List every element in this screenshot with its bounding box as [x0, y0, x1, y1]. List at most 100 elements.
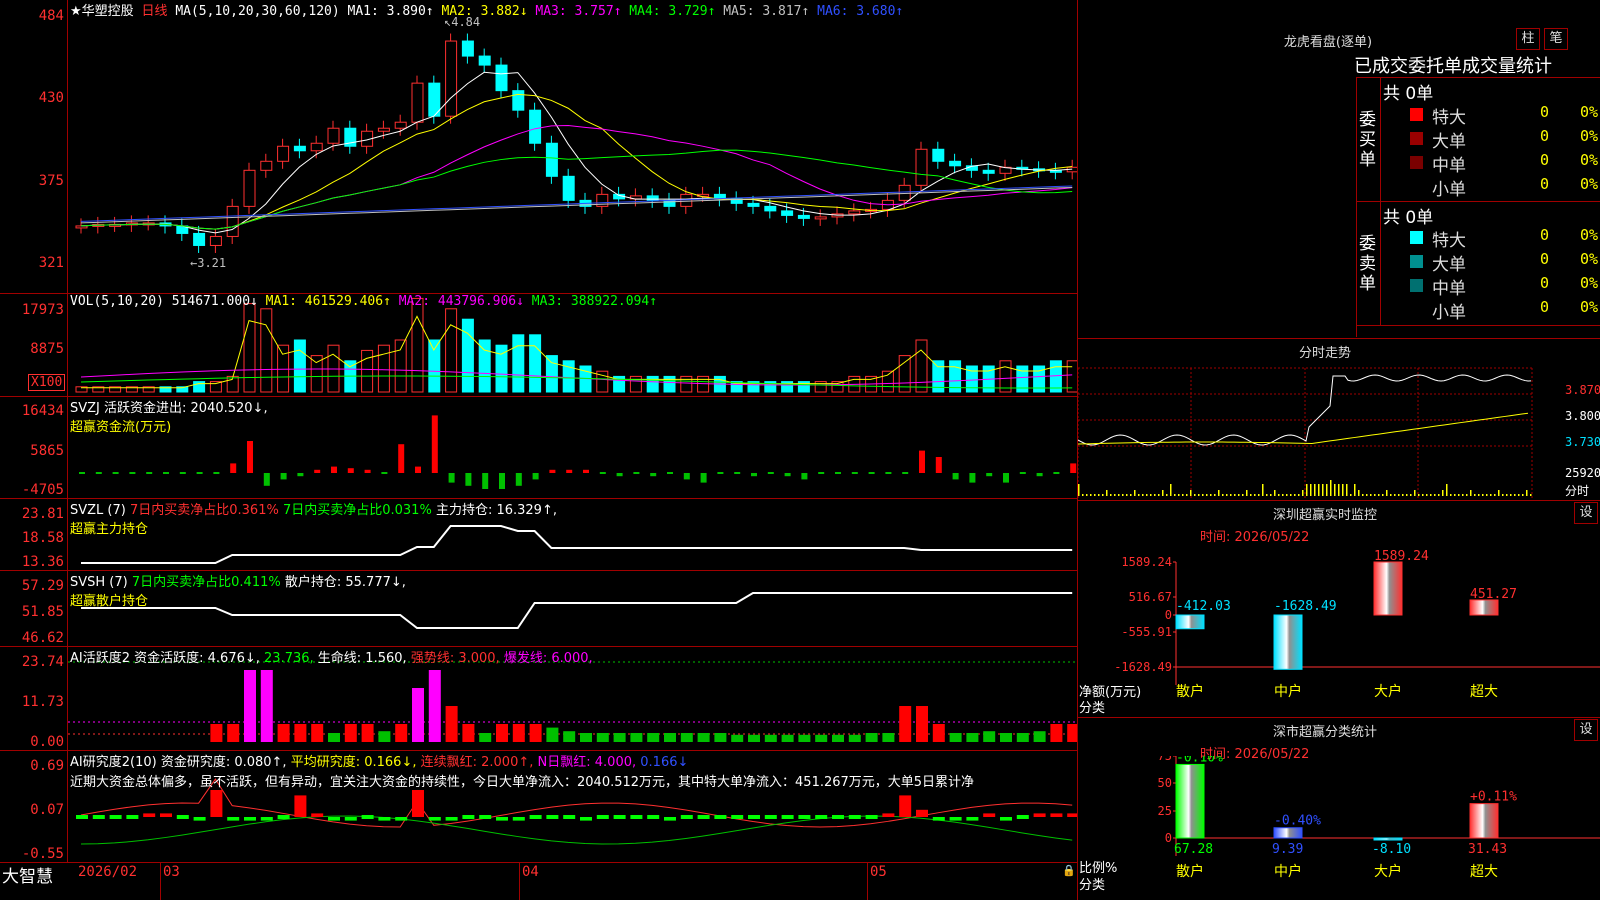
y-tick-label: -555.91 — [1121, 625, 1172, 639]
research-bar — [664, 817, 676, 821]
intraday-vol-bar — [1510, 494, 1512, 496]
flow-bar — [465, 473, 472, 486]
intraday-vol-bar — [1118, 494, 1120, 496]
flow-bar — [297, 473, 304, 477]
intraday-vol-bar — [1266, 494, 1268, 496]
tick-view-button[interactable]: 笔 — [1544, 28, 1568, 50]
intraday-vol-bar — [1374, 494, 1376, 496]
intraday-y-1: 3.870 — [1565, 383, 1600, 397]
flow-bar — [919, 450, 925, 473]
column-view-button[interactable]: 柱 — [1516, 28, 1540, 50]
flow-bar — [1019, 472, 1026, 474]
flow-bar — [213, 472, 220, 474]
flow-bar — [885, 472, 892, 474]
intraday-vol-label: 25920 — [1565, 466, 1600, 480]
research-bar — [512, 817, 525, 821]
active-bar — [294, 724, 307, 742]
buy-row-large: 大单 0 0% — [1408, 127, 1600, 152]
candle-body — [193, 232, 206, 246]
bar-3 — [1469, 803, 1499, 839]
buy-row-xl: 特大 0 0% — [1408, 103, 1600, 128]
buy-medium-swatch — [1410, 156, 1423, 169]
category-label: 大户 — [1374, 863, 1402, 880]
intraday-vol-bar — [1418, 494, 1420, 496]
candle-body — [411, 82, 424, 123]
intraday-vol-bar — [1210, 494, 1212, 496]
buy-orders-label: 委买单 — [1359, 110, 1376, 170]
flow-bar — [851, 472, 858, 474]
intraday-vol-bar — [1218, 490, 1220, 496]
candle-body — [445, 40, 458, 117]
svzj-y-1: 16434 — [21, 403, 64, 419]
active-bar — [680, 733, 693, 742]
active-bar — [798, 734, 811, 742]
intraday-vol-bar — [1426, 494, 1428, 496]
research-bar — [647, 815, 660, 819]
research-bar — [227, 817, 240, 821]
volume-bar — [629, 375, 642, 393]
intraday-vol-bar — [1454, 494, 1456, 496]
active-bar — [932, 724, 945, 742]
active-bar — [966, 733, 979, 742]
intraday-vol-bar — [1526, 490, 1528, 496]
volume-bar — [411, 297, 424, 393]
candle-body — [394, 121, 407, 129]
candle-body — [646, 195, 659, 201]
active-bar — [328, 733, 340, 742]
active-bar — [899, 706, 912, 742]
ai-active-y-1: 23.74 — [21, 654, 64, 670]
flow-bar — [247, 441, 253, 473]
intraday-vol-bar — [1282, 494, 1284, 496]
active-bar — [714, 733, 727, 742]
bar-1 — [1273, 827, 1303, 839]
research-bar — [613, 815, 626, 819]
active-bar — [428, 670, 441, 742]
sz-monitor-settings-button[interactable]: 设 — [1574, 502, 1598, 524]
research-bar — [1016, 815, 1029, 819]
flow-bar — [935, 457, 942, 473]
intraday-vol-bar — [1346, 484, 1348, 496]
ma-line — [80, 186, 1073, 224]
period-label[interactable]: 日线 — [141, 4, 167, 19]
intraday-vol-bar — [1430, 494, 1432, 496]
bar-value-label: +0.11% — [1470, 790, 1517, 805]
kline-chart-area[interactable]: ★华塑控股 日线 MA(5,10,20,30,60,120) MA1: 3.89… — [0, 0, 1078, 900]
intraday-vol-bar — [1358, 490, 1360, 496]
sell-row-medium: 中单 0 0% — [1408, 274, 1600, 299]
sell-orders-label: 委卖单 — [1359, 234, 1376, 294]
active-bar — [882, 733, 895, 742]
flow-bar — [163, 472, 169, 474]
flow-bar — [129, 472, 136, 474]
volume-bar — [445, 308, 458, 393]
intraday-vol-bar — [1130, 494, 1132, 496]
intraday-vol-bar — [1486, 494, 1488, 496]
active-bar — [361, 724, 374, 742]
flow-bar — [667, 472, 673, 474]
ai-active-header: AI活跃度2 资金活跃度: 4.676↓, 23.736, 生命线: 1.560… — [70, 651, 593, 666]
research-bar — [395, 817, 408, 821]
stock-name: ★华塑控股 — [70, 4, 134, 19]
research-bar — [462, 815, 475, 819]
intraday-vol-bar — [1438, 494, 1440, 496]
flow-bar — [146, 472, 153, 474]
price-y-375: 375 — [38, 173, 64, 189]
intraday-vol-bar — [1110, 494, 1112, 496]
candle-body — [327, 127, 340, 144]
intraday-vol-bar — [1462, 494, 1464, 496]
intraday-vol-bar — [1222, 494, 1224, 496]
volume-bar — [545, 355, 558, 393]
research-bar — [932, 817, 945, 821]
research-bar — [445, 817, 458, 821]
candle-body — [243, 169, 256, 207]
intraday-vol-bar — [1390, 494, 1392, 496]
active-bar — [1033, 731, 1046, 742]
intraday-chart[interactable] — [1078, 362, 1600, 498]
lock-icon[interactable]: 🔒 — [1062, 864, 1076, 877]
candle-body — [495, 64, 508, 92]
sz-class-settings-button[interactable]: 设 — [1574, 719, 1598, 741]
flow-bar — [549, 469, 556, 473]
research-bar — [563, 815, 576, 819]
active-bar — [865, 733, 878, 742]
buy-row-medium: 中单 0 0% — [1408, 151, 1600, 176]
research-bar — [899, 795, 912, 817]
